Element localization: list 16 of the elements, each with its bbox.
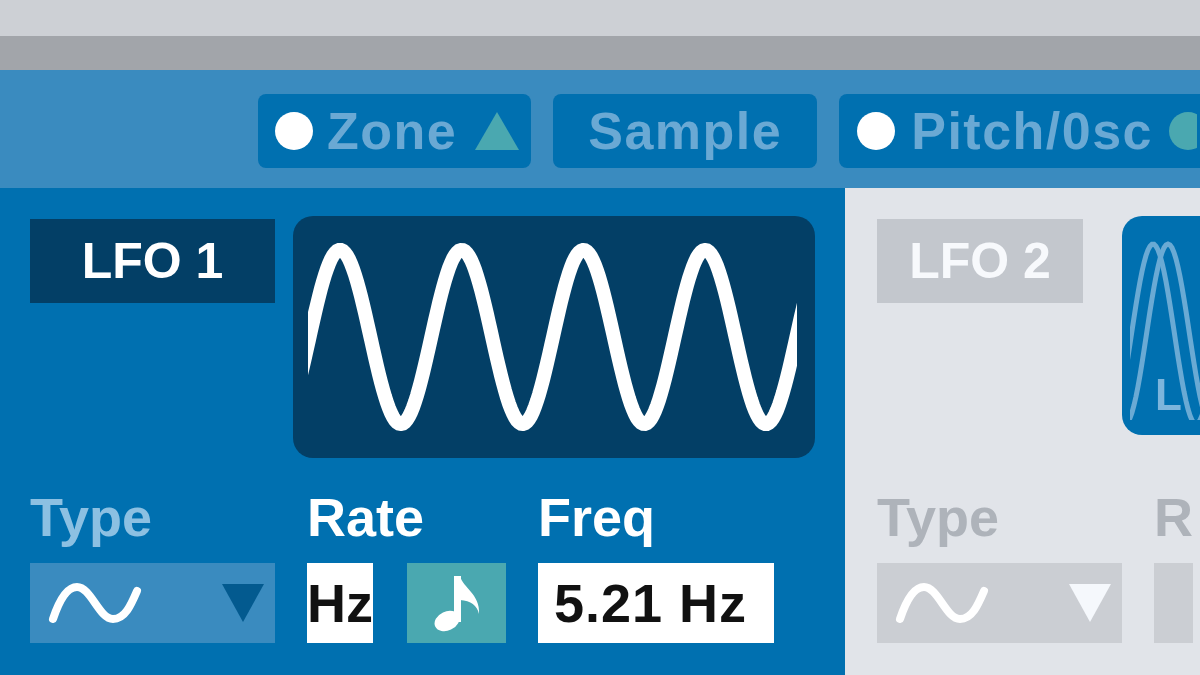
lfo-toggle-button[interactable]: LFO 1 — [30, 219, 275, 303]
led-dot-icon[interactable] — [857, 112, 896, 150]
rate-unit-button[interactable]: Hz — [307, 563, 373, 643]
triangle-icon[interactable] — [475, 112, 520, 150]
sync-button[interactable] — [407, 563, 506, 643]
caret-icon — [1069, 584, 1111, 622]
tab[interactable]: Zone — [258, 94, 532, 168]
channel-label: L — [1155, 373, 1182, 417]
led-dot-icon[interactable] — [275, 112, 313, 150]
type-dropdown[interactable] — [30, 563, 275, 643]
tab[interactable]: Sample — [553, 94, 818, 168]
control-label: Rate — [307, 490, 425, 544]
music-note-icon — [432, 574, 481, 632]
caret-icon — [222, 584, 264, 622]
tab[interactable]: Pitch/0sc — [839, 94, 1200, 168]
frequency-field[interactable]: 5.21 Hz — [538, 563, 774, 643]
